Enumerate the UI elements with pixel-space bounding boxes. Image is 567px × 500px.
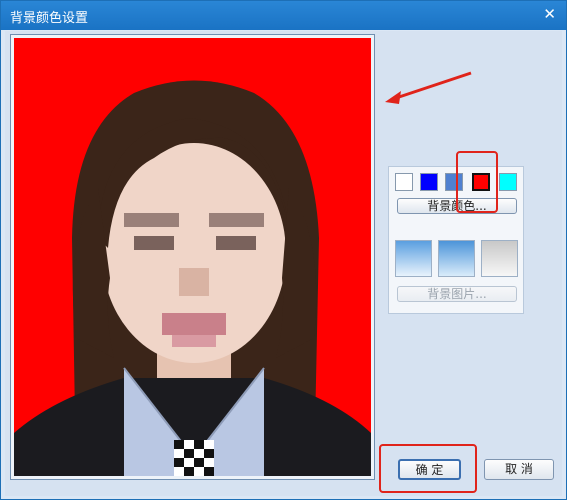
background-color-dialog: 背景颜色设置 ✕ 背景颜色... 背景图片... 确 定 取 消 <box>0 0 567 500</box>
photo-preview <box>14 38 371 476</box>
close-icon[interactable]: ✕ <box>543 5 556 23</box>
dialog-body: 背景颜色... 背景图片... 确 定 取 消 <box>5 31 562 496</box>
dialog-title: 背景颜色设置 <box>10 11 89 26</box>
cancel-button[interactable]: 取 消 <box>484 459 554 480</box>
arrow-annotation-icon <box>385 71 472 104</box>
title-bar[interactable]: 背景颜色设置 ✕ <box>1 1 566 30</box>
swatch-white[interactable] <box>395 173 413 191</box>
background-image-gray[interactable] <box>481 240 518 277</box>
swatch-red-selected[interactable] <box>472 173 490 191</box>
ok-button[interactable]: 确 定 <box>398 459 461 480</box>
swatch-steel-blue[interactable] <box>445 173 463 191</box>
background-image-sky-blue[interactable] <box>395 240 432 277</box>
background-image-light-blue[interactable] <box>438 240 475 277</box>
photo-preview-frame <box>10 34 375 480</box>
portrait-image <box>14 80 371 476</box>
checkered-tie <box>174 440 214 476</box>
background-options-panel: 背景颜色... 背景图片... <box>388 166 524 314</box>
background-image-button: 背景图片... <box>397 286 517 302</box>
swatch-cyan[interactable] <box>499 173 517 191</box>
background-color-button[interactable]: 背景颜色... <box>397 198 517 214</box>
swatch-blue[interactable] <box>420 173 438 191</box>
